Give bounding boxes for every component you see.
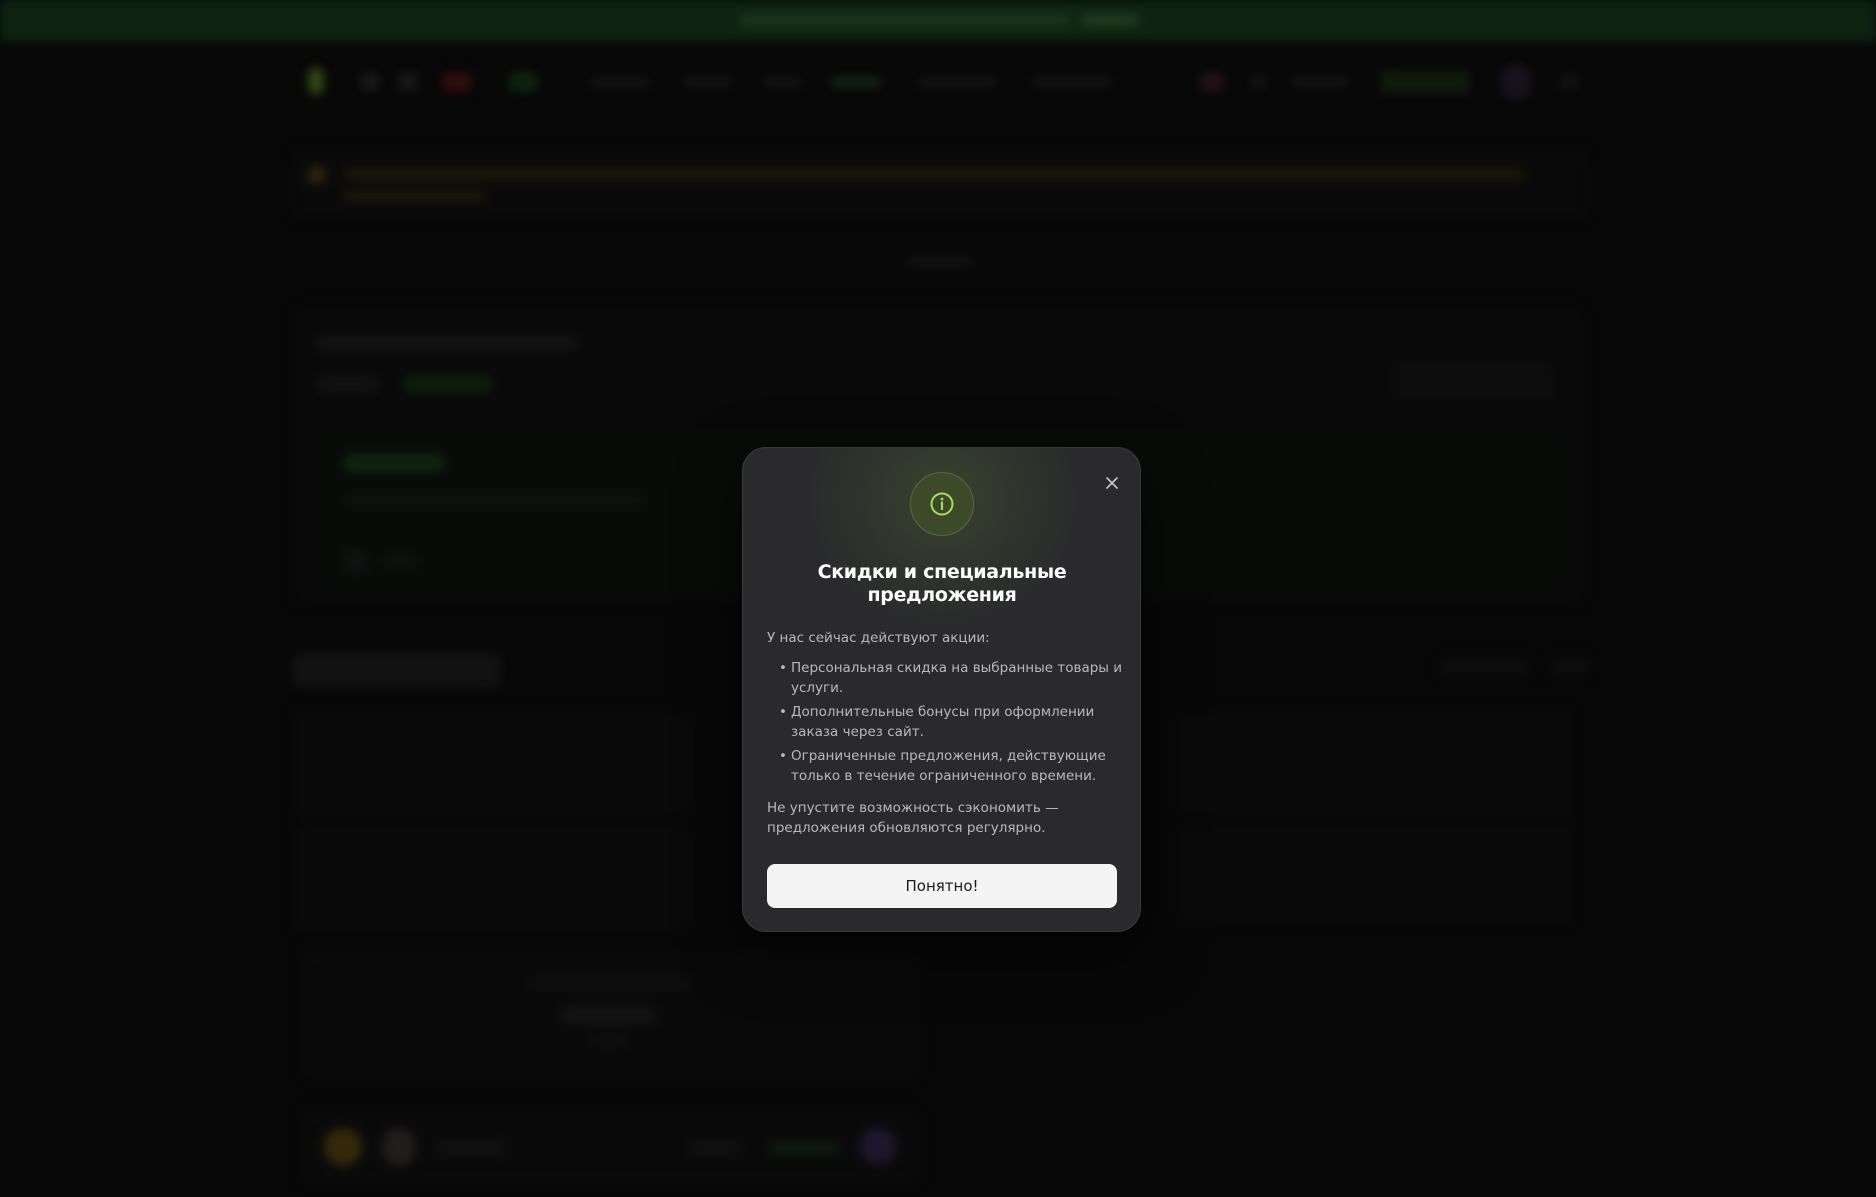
info-icon <box>930 492 954 516</box>
list-item-text: Персональная скидка на выбранные товары … <box>791 660 1123 696</box>
modal-footer-text: Не упустите возможность сэкономить — пре… <box>767 800 1059 836</box>
list-item: • Персональная скидка на выбранные товары… <box>767 658 1127 698</box>
bullet: • <box>779 748 787 764</box>
list-item: • Дополнительные бонусы при оформлении за… <box>767 702 1127 742</box>
offers-list: • Персональная скидка на выбранные товары… <box>767 658 1127 790</box>
list-item-text: Дополнительные бонусы при оформлении зак… <box>791 704 1095 740</box>
modal-title: Скидки и специальные предложения <box>817 561 1067 606</box>
ok-button[interactable]: Понятно! <box>767 864 1117 908</box>
bullet: • <box>779 704 787 720</box>
close-button[interactable] <box>1099 470 1125 496</box>
list-item: • Ограниченные предложения, действующие т… <box>767 746 1127 786</box>
info-badge <box>910 472 974 536</box>
modal-intro-text: У нас сейчас действуют акции: <box>767 630 990 646</box>
close-icon <box>1106 477 1118 489</box>
discount-modal: Скидки и специальные предложения У нас с… <box>742 447 1141 932</box>
bullet: • <box>779 660 787 676</box>
list-item-text: Ограниченные предложения, действующие то… <box>791 748 1106 784</box>
